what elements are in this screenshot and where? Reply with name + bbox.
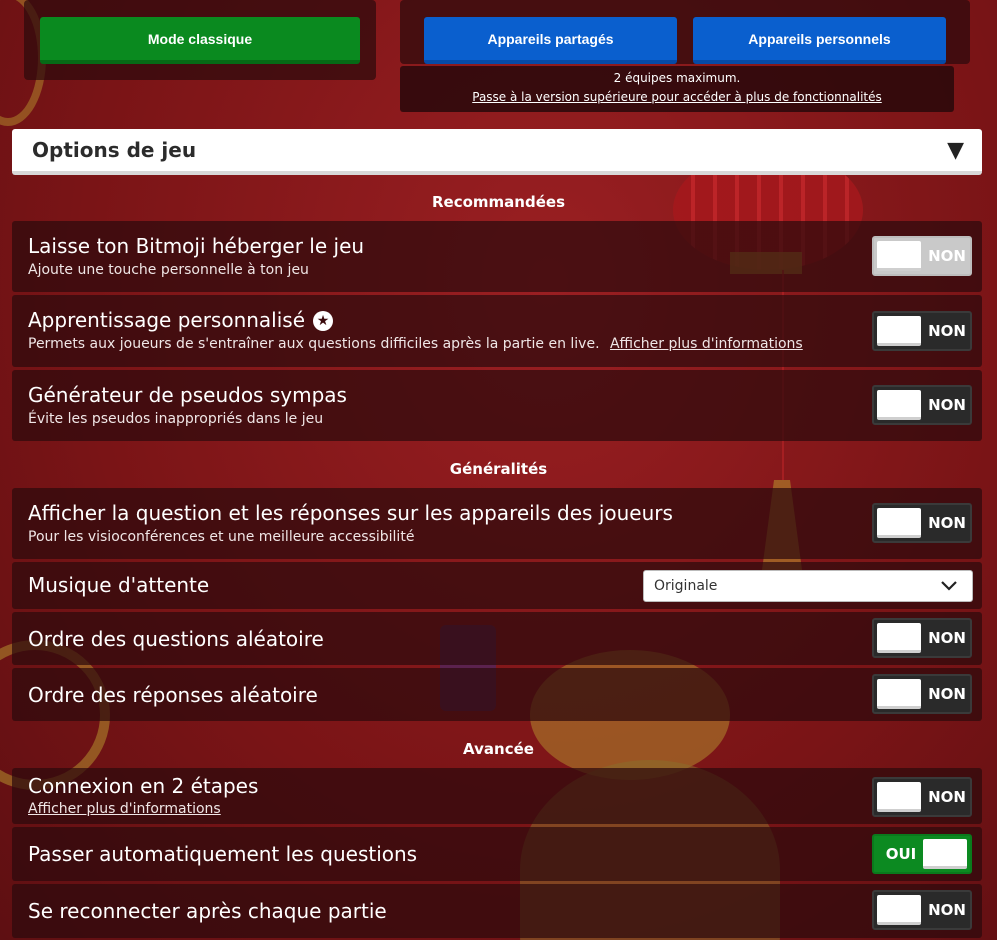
setting-desc: Évite les pseudos inappropriés dans le j… bbox=[28, 411, 324, 427]
classic-mode-button[interactable]: Mode classique bbox=[40, 17, 360, 64]
personal-devices-button[interactable]: Appareils personnels bbox=[693, 17, 946, 64]
shared-devices-button[interactable]: Appareils partagés bbox=[424, 17, 677, 64]
setting-label: Générateur de pseudos sympas bbox=[28, 383, 347, 407]
more-info-link[interactable]: Afficher plus d'informations bbox=[610, 336, 803, 352]
setting-label: Musique d'attente bbox=[28, 573, 210, 597]
toggle-knob bbox=[923, 839, 967, 869]
setting-row-personalized: Apprentissage personnalisé ★ Permets aux … bbox=[12, 295, 982, 367]
toggle-knob bbox=[877, 782, 921, 812]
setting-row-random-questions: Ordre des questions aléatoire NON bbox=[12, 612, 982, 665]
toggle-state: NON bbox=[928, 514, 966, 532]
star-icon: ★ bbox=[313, 311, 334, 331]
personalized-toggle[interactable]: NON bbox=[872, 311, 972, 351]
setting-row-reconnect: Se reconnecter après chaque partie NON bbox=[12, 884, 982, 938]
auto-advance-toggle[interactable]: OUI bbox=[872, 834, 972, 874]
toggle-knob bbox=[877, 508, 921, 538]
toggle-state: NON bbox=[928, 322, 966, 340]
toggle-state: NON bbox=[928, 396, 966, 414]
section-recommended: Recommandées bbox=[432, 193, 565, 211]
two-step-toggle[interactable]: NON bbox=[872, 777, 972, 817]
setting-row-random-answers: Ordre des réponses aléatoire NON bbox=[12, 668, 982, 721]
bitmoji-toggle[interactable]: NON bbox=[872, 236, 972, 276]
setting-label: Apprentissage personnalisé ★ bbox=[28, 308, 334, 332]
toggle-knob bbox=[877, 679, 921, 709]
toggle-knob bbox=[877, 241, 921, 271]
toggle-state: OUI bbox=[885, 845, 917, 863]
options-title: Options de jeu bbox=[32, 138, 197, 162]
toggle-knob bbox=[877, 895, 921, 925]
random-questions-toggle[interactable]: NON bbox=[872, 618, 972, 658]
toggle-state: NON bbox=[928, 901, 966, 919]
setting-label: Se reconnecter après chaque partie bbox=[28, 899, 387, 923]
random-answers-toggle[interactable]: NON bbox=[872, 674, 972, 714]
setting-desc: Pour les visioconférences et une meilleu… bbox=[28, 529, 415, 545]
setting-row-auto-advance: Passer automatiquement les questions OUI bbox=[12, 827, 982, 881]
setting-label: Laisse ton Bitmoji héberger le jeu bbox=[28, 234, 365, 258]
upgrade-link[interactable]: Passe à la version supérieure pour accéd… bbox=[400, 90, 954, 104]
setting-row-two-step: Connexion en 2 étapes Afficher plus d'in… bbox=[12, 768, 982, 824]
toggle-knob bbox=[877, 316, 921, 346]
personalized-label: Apprentissage personnalisé bbox=[28, 308, 306, 332]
setting-row-show-question: Afficher la question et les réponses sur… bbox=[12, 488, 982, 559]
setting-label: Ordre des questions aléatoire bbox=[28, 627, 324, 651]
toggle-knob bbox=[877, 623, 921, 653]
setting-desc: Permets aux joueurs de s'entraîner aux q… bbox=[28, 336, 803, 352]
toggle-state: NON bbox=[928, 247, 966, 265]
toggle-state: NON bbox=[928, 788, 966, 806]
max-teams-text: 2 équipes maximum. bbox=[613, 71, 741, 85]
show-question-toggle[interactable]: NON bbox=[872, 503, 972, 543]
setting-label: Ordre des réponses aléatoire bbox=[28, 683, 318, 707]
reconnect-toggle[interactable]: NON bbox=[872, 890, 972, 930]
select-value: Originale bbox=[654, 578, 718, 594]
setting-label: Connexion en 2 étapes bbox=[28, 774, 259, 798]
setting-desc: Ajoute une touche personnelle à ton jeu bbox=[28, 262, 309, 278]
personalized-desc: Permets aux joueurs de s'entraîner aux q… bbox=[28, 336, 600, 352]
setting-row-nicknames: Générateur de pseudos sympas Évite les p… bbox=[12, 370, 982, 441]
upgrade-notice: 2 équipes maximum. Passe à la version su… bbox=[400, 66, 954, 112]
collapse-triangle-icon[interactable]: ▼ bbox=[947, 138, 964, 163]
toggle-state: NON bbox=[928, 629, 966, 647]
section-advanced: Avancée bbox=[463, 740, 534, 758]
chevron-down-icon bbox=[940, 571, 958, 612]
setting-label: Afficher la question et les réponses sur… bbox=[28, 501, 673, 525]
options-header[interactable]: Options de jeu ▼ bbox=[12, 129, 982, 175]
nicknames-toggle[interactable]: NON bbox=[872, 385, 972, 425]
setting-label: Passer automatiquement les questions bbox=[28, 842, 418, 866]
setting-row-bitmoji: Laisse ton Bitmoji héberger le jeu Ajout… bbox=[12, 221, 982, 292]
section-general: Généralités bbox=[449, 460, 548, 478]
toggle-state: NON bbox=[928, 685, 966, 703]
lobby-music-select[interactable]: Originale bbox=[643, 570, 973, 602]
toggle-knob bbox=[877, 390, 921, 420]
two-step-more-info-link[interactable]: Afficher plus d'informations bbox=[28, 801, 221, 817]
